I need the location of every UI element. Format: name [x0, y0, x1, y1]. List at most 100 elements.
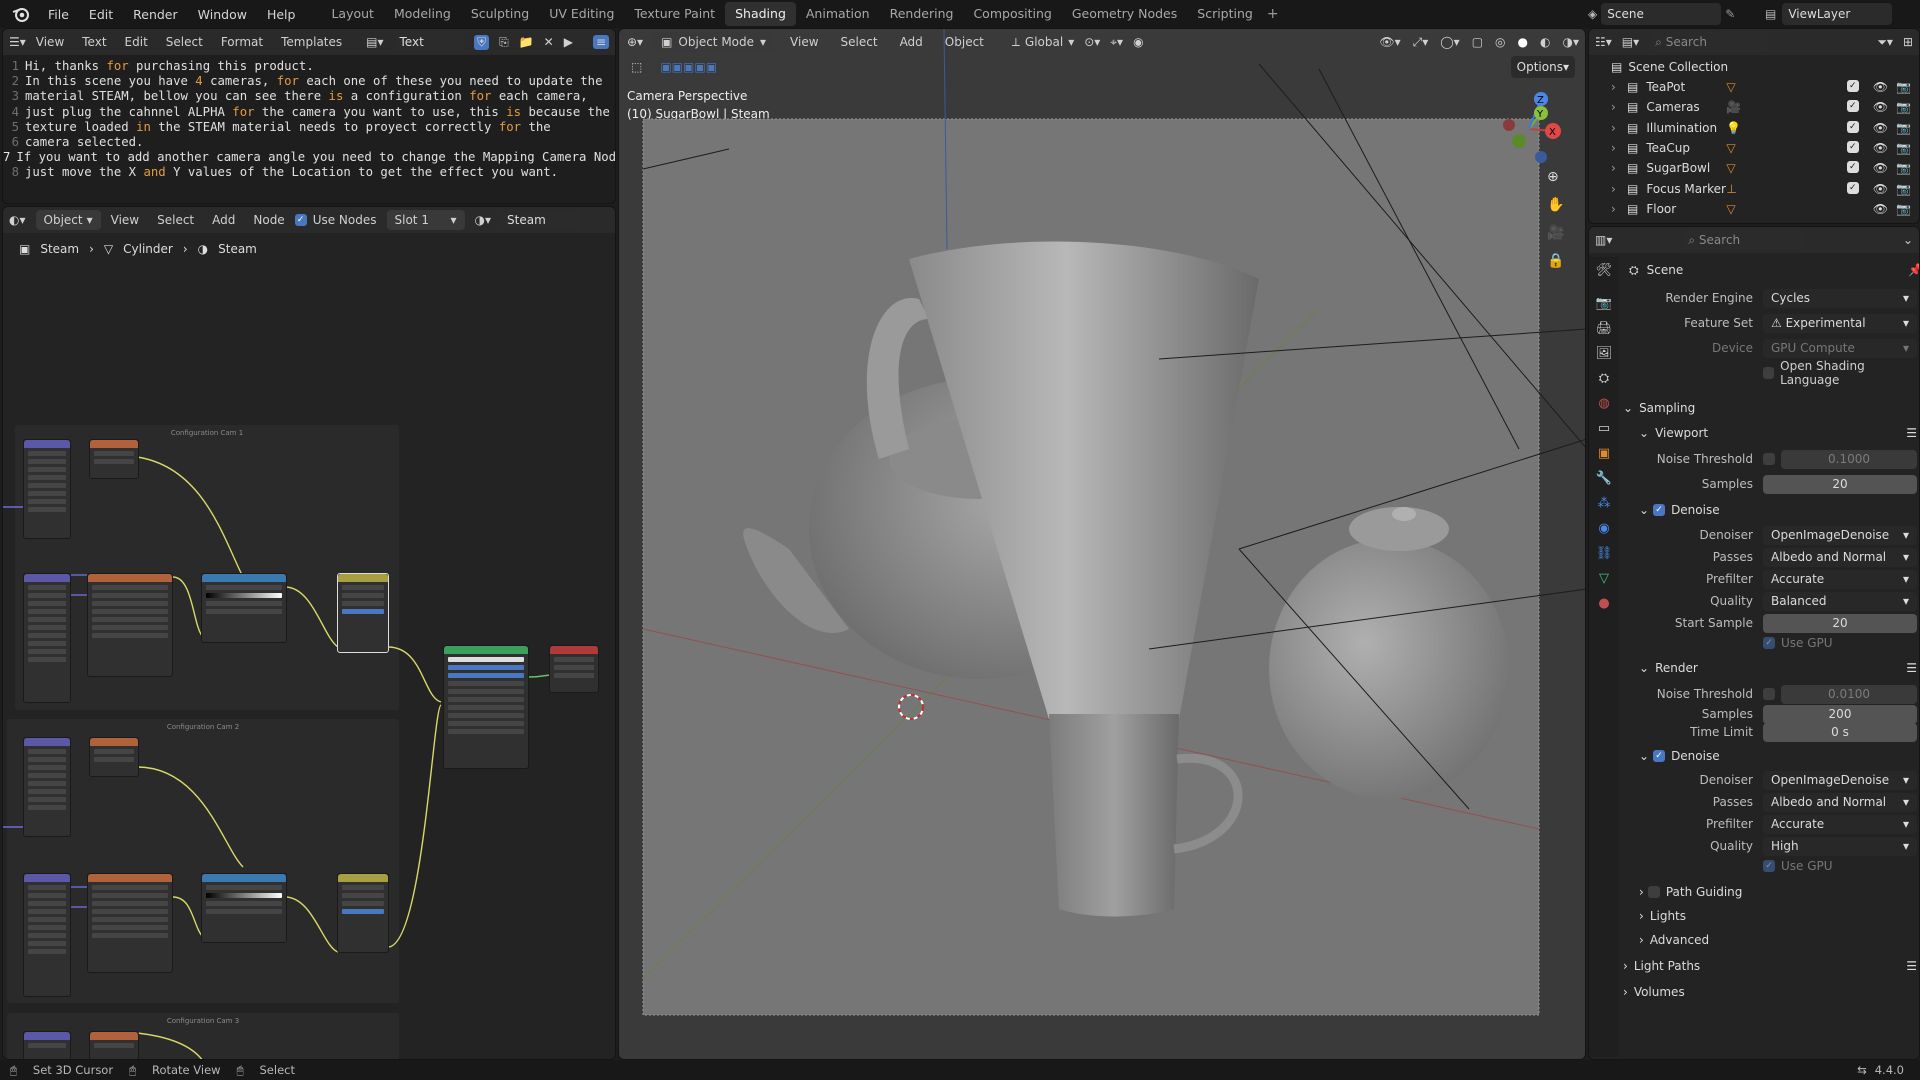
add-workspace-icon[interactable]: + [1267, 6, 1279, 22]
exclude-checkbox[interactable]: ✓ [1846, 100, 1859, 113]
editor-type-icon[interactable]: ☷▾ [1595, 35, 1612, 49]
text-line[interactable]: 3 material STEAM, bellow you can see ther… [3, 89, 615, 104]
pan-hand-icon[interactable]: ✋ [1547, 197, 1564, 213]
workspace-tab-rendering[interactable]: Rendering [880, 2, 964, 26]
scene-tab-icon[interactable]: ⛭ [1599, 371, 1609, 386]
menu-help[interactable]: Help [257, 7, 306, 22]
text-line[interactable]: 7 If you want to add another camera angle… [3, 150, 615, 165]
vp-noise-field[interactable]: 0.1000 [1781, 449, 1917, 469]
menu-file[interactable]: File [38, 7, 79, 22]
node-color-ramp[interactable] [201, 873, 287, 943]
checkmark-icon[interactable]: ✓ [1653, 504, 1666, 516]
r-use-gpu-checkbox[interactable]: ✓ Use GPU [1623, 855, 1917, 877]
text-line[interactable]: 4 just plug the cahnnel ALPHA for the cam… [3, 105, 615, 120]
material-tab-icon[interactable]: ● [1598, 596, 1609, 611]
node-mapping[interactable] [23, 737, 71, 837]
text-datablock-field[interactable]: Text [393, 32, 465, 52]
eye-icon[interactable]: 👁 [1873, 121, 1888, 135]
view-layer-tab-icon[interactable]: 🖼 [1596, 346, 1613, 361]
workspace-tab-geometry-nodes[interactable]: Geometry Nodes [1062, 2, 1187, 26]
vp-prefilter-dropdown[interactable]: Accurate ▾ [1763, 569, 1917, 589]
constraints-tab-icon[interactable]: ⛓ [1596, 546, 1613, 561]
scene-name-field[interactable]: Scene [1601, 3, 1722, 25]
physics-tab-icon[interactable]: ◉ [1598, 521, 1609, 536]
text-datablock-icon[interactable]: ▤▾ [366, 35, 383, 49]
text-line[interactable]: 8 just move the X and Y values of the Loc… [3, 165, 615, 180]
shader-node-editor[interactable]: ◐▾ Object ▾ View Select Add Node ✓ Use Nodes … [2, 206, 616, 1060]
node-mapping[interactable] [23, 439, 71, 539]
path-guiding-subpanel[interactable]: › Path Guiding [1623, 881, 1917, 903]
outliner-search-input[interactable]: ⌕ Search [1649, 32, 1770, 52]
node-multiply[interactable] [337, 573, 389, 653]
node-mapping-camera[interactable] [23, 573, 71, 703]
object-tab-icon[interactable]: ▣ [1598, 446, 1610, 461]
world-tab-icon[interactable]: ◍ [1598, 396, 1609, 411]
camera-render-icon[interactable]: 📷 [1896, 141, 1911, 155]
pin-icon[interactable]: ✎ [1725, 7, 1735, 21]
vp-denoiser-dropdown[interactable]: OpenImageDenoise ▾ [1763, 525, 1917, 545]
workspace-tab-animation[interactable]: Animation [796, 2, 880, 26]
text-menu-select[interactable]: Select [166, 35, 203, 49]
display-mode-icon[interactable]: ▤▾ [1622, 35, 1639, 49]
outliner-item-focus-marker[interactable]: › ▤ Focus Marker ⊥ ✓ 👁 📷 [1589, 179, 1919, 199]
node-multiply[interactable] [337, 873, 389, 953]
editor-type-icon[interactable]: ☰▾ [9, 35, 26, 49]
vp-quality-dropdown[interactable]: Balanced ▾ [1763, 591, 1917, 611]
pin-icon[interactable]: 📌 [1908, 263, 1919, 277]
chevron-right-icon[interactable]: › [1611, 161, 1625, 175]
text-content[interactable]: 1 Hi, thanks for purchasing this product.… [3, 55, 615, 203]
workspace-tab-scripting[interactable]: Scripting [1187, 2, 1263, 26]
camera-render-icon[interactable]: 📷 [1896, 202, 1911, 216]
camera-render-icon[interactable]: 📷 [1896, 80, 1911, 94]
r-denoiser-dropdown[interactable]: OpenImageDenoise ▾ [1763, 770, 1917, 790]
text-menu-text[interactable]: Text [82, 35, 106, 49]
node-image-texture[interactable] [87, 873, 173, 973]
text-line[interactable]: 2 In this scene you have 4 cameras, for e… [3, 74, 615, 89]
text-menu-view[interactable]: View [36, 35, 64, 49]
volumes-panel[interactable]: › Volumes [1623, 981, 1917, 1003]
checkmark-icon[interactable]: ✓ [1653, 750, 1666, 762]
menu-render[interactable]: Render [123, 7, 188, 22]
r-timelimit-field[interactable]: 0 s [1763, 722, 1917, 742]
node-gradient-texture[interactable] [89, 737, 139, 777]
fake-user-icon[interactable]: ⛨ [474, 34, 490, 50]
workspace-tab-sculpting[interactable]: Sculpting [461, 2, 539, 26]
output-tab-icon[interactable]: 🖨 [1596, 321, 1613, 336]
viewport-subpanel-header[interactable]: ⌄ Viewport ☰ [1623, 422, 1917, 444]
particles-tab-icon[interactable]: ⁂ [1598, 496, 1611, 511]
osl-checkbox[interactable]: Open Shading Language [1623, 359, 1917, 387]
outliner-item-illumination[interactable]: › ▤ Illumination 💡 ✓ 👁 📷 [1589, 118, 1919, 138]
unlink-text-icon[interactable]: ✕ [544, 35, 554, 49]
camera-render-icon[interactable]: 📷 [1896, 121, 1911, 135]
advanced-subpanel[interactable]: › Advanced [1623, 929, 1917, 951]
chevron-right-icon[interactable]: › [1611, 182, 1625, 196]
outliner-item-floor[interactable]: › ▤ Floor ▽ 👁 📷 [1589, 199, 1919, 219]
data-tab-icon[interactable]: ▽ [1599, 571, 1609, 586]
outliner-item-sugarbowl[interactable]: › ▤ SugarBowl ▽ ✓ 👁 📷 [1589, 158, 1919, 178]
chevron-right-icon[interactable]: › [1611, 100, 1625, 114]
lock-icon[interactable]: 🔒 [1547, 253, 1564, 269]
open-text-icon[interactable]: 📁 [519, 35, 534, 49]
eye-icon[interactable]: 👁 [1873, 161, 1888, 175]
r-prefilter-dropdown[interactable]: Accurate ▾ [1763, 814, 1917, 834]
vp-passes-dropdown[interactable]: Albedo and Normal ▾ [1763, 547, 1917, 567]
exclude-checkbox[interactable]: ✓ [1846, 181, 1859, 194]
feature-set-dropdown[interactable]: ⚠ Experimental ▾ [1763, 313, 1917, 333]
exclude-checkbox[interactable]: ✓ [1846, 161, 1859, 174]
workspace-tab-uv-editing[interactable]: UV Editing [539, 2, 624, 26]
chevron-right-icon[interactable]: › [1611, 141, 1625, 155]
text-menu-format[interactable]: Format [221, 35, 263, 49]
exclude-checkbox[interactable]: ✓ [1846, 140, 1859, 153]
node-principled-bsdf[interactable] [443, 645, 529, 769]
camera-render-icon[interactable]: 📷 [1896, 182, 1911, 196]
eye-icon[interactable]: 👁 [1873, 80, 1888, 94]
node-mapping[interactable] [23, 1031, 71, 1059]
sampling-panel-header[interactable]: ⌄ Sampling [1623, 397, 1917, 419]
editor-type-icon[interactable]: ▥▾ [1595, 233, 1612, 247]
camera-view-icon[interactable]: 🎥 [1547, 225, 1564, 241]
render-tab-icon[interactable]: 📷 [1596, 296, 1612, 311]
outliner-item-teacup[interactable]: › ▤ TeaCup ▽ ✓ 👁 📷 [1589, 138, 1919, 158]
new-collection-icon[interactable]: ⊞ [1903, 35, 1913, 49]
eye-icon[interactable]: 👁 [1873, 100, 1888, 114]
r-passes-dropdown[interactable]: Albedo and Normal ▾ [1763, 792, 1917, 812]
